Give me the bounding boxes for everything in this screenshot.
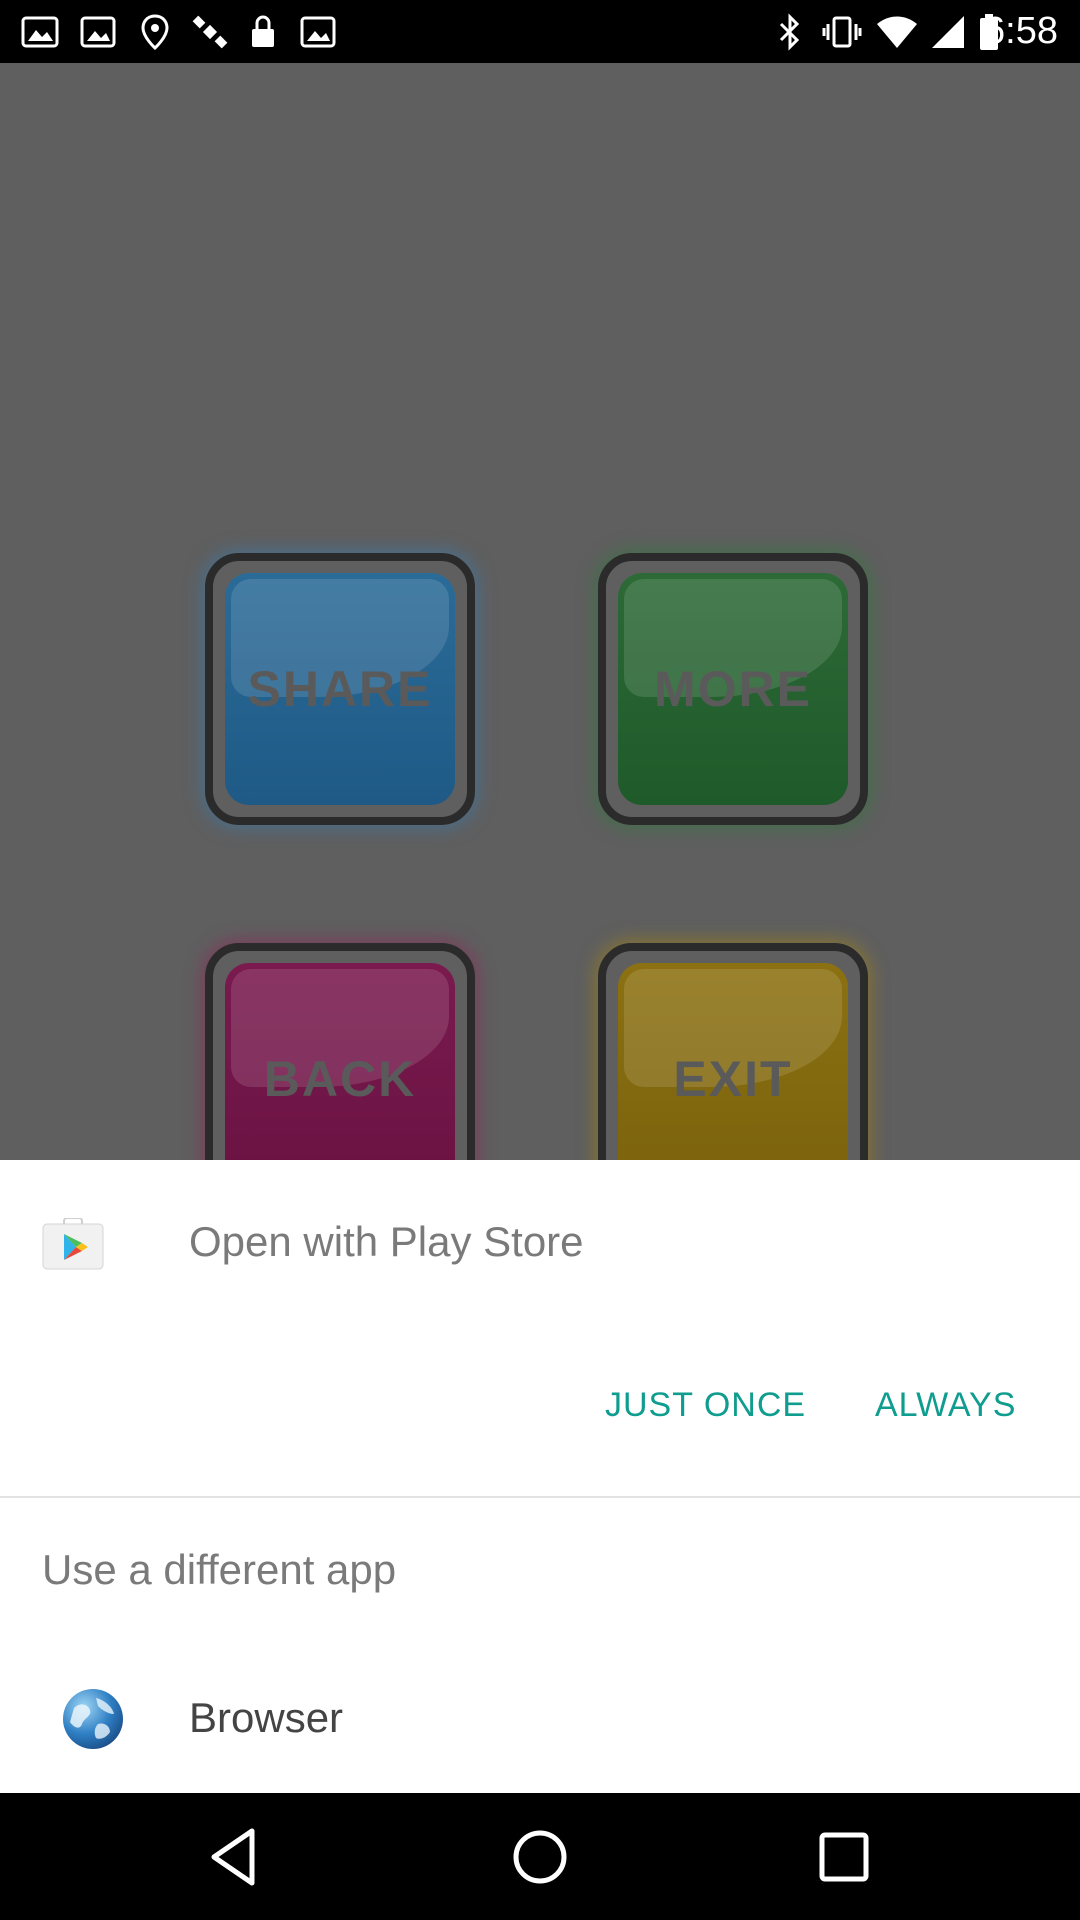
- wifi-icon: [877, 16, 917, 48]
- home-icon[interactable]: [500, 1817, 580, 1897]
- recents-icon[interactable]: [804, 1817, 884, 1897]
- back-button-label: BACK: [263, 1051, 417, 1107]
- status-bar: 6:58: [0, 0, 1080, 63]
- navigation-bar: [0, 1793, 1080, 1920]
- gallery-icon: [21, 16, 59, 48]
- bluetooth-icon: [779, 13, 800, 51]
- lock-icon: [252, 15, 274, 47]
- satellite-icon: [192, 15, 228, 49]
- dialog-title: Open with Play Store: [189, 1218, 584, 1265]
- divider: [0, 1496, 1080, 1498]
- app-option-browser[interactable]: Browser: [0, 1660, 1080, 1780]
- exit-button: EXIT: [598, 943, 868, 1160]
- just-once-button[interactable]: JUST ONCE: [605, 1386, 806, 1425]
- status-time: 6:58: [984, 10, 1058, 52]
- image-icon: [300, 16, 336, 48]
- always-button[interactable]: ALWAYS: [875, 1386, 1016, 1425]
- more-button: MORE: [598, 553, 868, 825]
- image-icon: [80, 16, 116, 48]
- share-button: SHARE: [205, 553, 475, 825]
- more-button-label: MORE: [654, 661, 812, 717]
- globe-icon: [63, 1689, 123, 1749]
- signal-icon: [932, 16, 964, 48]
- back-button: BACK: [205, 943, 475, 1160]
- background-app: SHARE MORE BACK EXIT: [0, 63, 1080, 1160]
- open-with-dialog: Open with Play Store JUST ONCE ALWAYS Us…: [0, 1160, 1080, 1793]
- browser-label: Browser: [189, 1694, 344, 1741]
- exit-button-label: EXIT: [673, 1051, 793, 1107]
- back-icon[interactable]: [196, 1817, 276, 1897]
- fake-gps-icon: [141, 14, 169, 51]
- vibrate-icon: [822, 16, 862, 48]
- share-button-label: SHARE: [247, 661, 433, 717]
- play-store-icon: [42, 1218, 104, 1270]
- use-different-app-heading: Use a different app: [42, 1546, 397, 1593]
